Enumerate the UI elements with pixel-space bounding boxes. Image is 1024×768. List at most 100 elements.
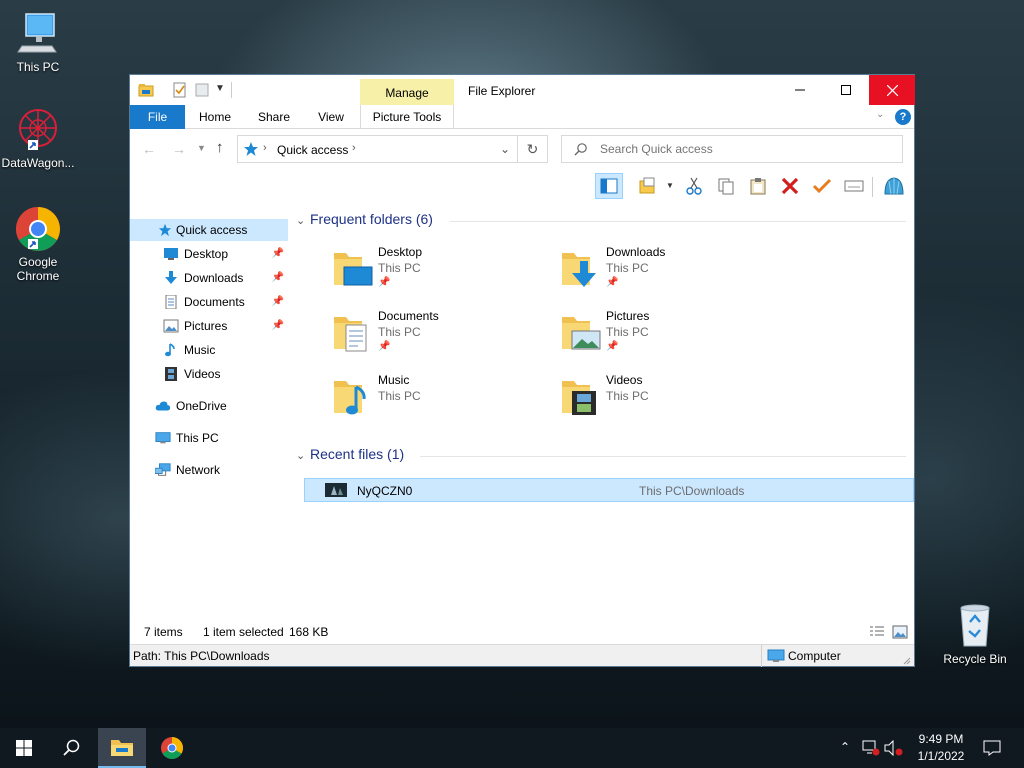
- address-bar[interactable]: › Quick access › ⌄ ↻: [237, 135, 548, 163]
- tab-file[interactable]: File: [130, 105, 185, 129]
- ribbon-expand-chevron-icon[interactable]: ⌄: [876, 109, 884, 120]
- clock-date[interactable]: 1/1/2022: [910, 749, 972, 763]
- folder-name: Documents: [378, 309, 439, 323]
- folder-tile-desktop[interactable]: Desktop This PC 📌: [332, 245, 552, 305]
- back-arrow-icon[interactable]: ←: [142, 141, 156, 157]
- maximize-button[interactable]: [823, 75, 869, 105]
- sidebar-item-onedrive[interactable]: OneDrive: [130, 395, 288, 417]
- downloads-folder-icon: [562, 253, 596, 287]
- collapse-chevron-icon[interactable]: ⌄: [296, 449, 310, 462]
- sidebar-item-documents[interactable]: Documents 📌: [130, 291, 288, 313]
- clock-time[interactable]: 9:49 PM: [916, 732, 966, 746]
- delete-button[interactable]: [776, 173, 804, 199]
- cut-button[interactable]: [680, 173, 708, 199]
- desktop-icon-this-pc[interactable]: This PC: [0, 10, 76, 74]
- frequent-folders-header[interactable]: ⌄ Frequent folders (6): [296, 211, 433, 227]
- customize-toolbar-chevron-icon[interactable]: ▼: [215, 83, 225, 94]
- pin-icon[interactable]: 📌: [606, 277, 618, 288]
- new-item-icon: [639, 177, 655, 194]
- paste-button[interactable]: [744, 173, 772, 199]
- search-button[interactable]: [48, 728, 96, 768]
- folder-tile-music[interactable]: Music This PC: [332, 373, 552, 433]
- folder-tile-pictures[interactable]: Pictures This PC 📌: [560, 309, 780, 369]
- folder-tile-downloads[interactable]: Downloads This PC 📌: [560, 245, 780, 305]
- large-icons-view-icon[interactable]: [892, 625, 908, 639]
- selection-count: 1 item selected: [203, 625, 284, 639]
- rename-button[interactable]: [808, 173, 836, 199]
- recent-file-name: NyQCZN0: [357, 484, 413, 498]
- minimize-button[interactable]: [777, 75, 823, 105]
- desktop-icon-recycle-bin[interactable]: Recycle Bin: [937, 602, 1013, 666]
- close-button[interactable]: [869, 75, 915, 105]
- desktop-icon-datawagon[interactable]: DataWagon...: [0, 106, 76, 170]
- tab-picture-tools[interactable]: Picture Tools: [360, 105, 454, 129]
- pin-icon[interactable]: 📌: [378, 341, 390, 352]
- sidebar-item-downloads[interactable]: Downloads 📌: [130, 267, 288, 289]
- up-arrow-icon[interactable]: ↑: [216, 139, 224, 156]
- sidebar-item-this-pc[interactable]: This PC: [130, 427, 288, 449]
- sidebar-item-videos[interactable]: Videos: [130, 363, 288, 385]
- pin-icon[interactable]: 📌: [272, 267, 284, 289]
- group-title: Frequent folders (6): [310, 211, 433, 227]
- pin-icon[interactable]: 📌: [272, 291, 284, 313]
- desktop-icon-chrome[interactable]: Google Chrome: [0, 205, 76, 283]
- network-status-icon[interactable]: [862, 740, 880, 756]
- resize-grip-icon[interactable]: [902, 655, 912, 665]
- search-box[interactable]: [561, 135, 903, 163]
- sidebar-item-desktop[interactable]: Desktop 📌: [130, 243, 288, 265]
- monitor-icon: [14, 10, 62, 58]
- navigation-pane-button[interactable]: [595, 173, 623, 199]
- copy-button[interactable]: [712, 173, 740, 199]
- tab-home[interactable]: Home: [190, 105, 240, 129]
- desktop-folder-icon: [334, 253, 373, 286]
- computer-zone-icon: [767, 649, 785, 662]
- quick-access-properties-icon[interactable]: [172, 82, 188, 98]
- volume-muted-icon[interactable]: [884, 740, 904, 756]
- new-item-dropdown-icon[interactable]: ▼: [666, 181, 674, 190]
- title-bar[interactable]: ▼ Manage File Explorer: [130, 75, 915, 105]
- taskbar-chrome[interactable]: [148, 728, 196, 768]
- sidebar-item-music[interactable]: Music: [130, 339, 288, 361]
- forward-arrow-icon[interactable]: →: [172, 141, 186, 157]
- start-button[interactable]: [0, 728, 48, 768]
- sidebar-item-network[interactable]: Network: [130, 459, 288, 481]
- properties-button[interactable]: [840, 173, 868, 199]
- search-input[interactable]: [600, 140, 890, 158]
- address-dropdown-chevron-icon[interactable]: ⌄: [500, 142, 510, 156]
- details-view-icon[interactable]: [869, 625, 885, 639]
- file-explorer-window[interactable]: ▼ Manage File Explorer File Home Share V…: [129, 74, 915, 667]
- new-item-button[interactable]: [634, 173, 662, 199]
- sidebar-item-pictures[interactable]: Pictures 📌: [130, 315, 288, 337]
- collapse-chevron-icon[interactable]: ⌄: [296, 214, 310, 227]
- sidebar-item-label: Pictures: [184, 319, 228, 333]
- pin-icon[interactable]: 📌: [378, 277, 390, 288]
- tab-view[interactable]: View: [308, 105, 354, 129]
- group-divider: [420, 456, 906, 457]
- action-center-icon[interactable]: [983, 740, 1001, 756]
- quick-access-new-folder-icon[interactable]: [194, 82, 210, 98]
- taskbar-file-explorer[interactable]: [98, 728, 146, 768]
- manage-context-tab[interactable]: Manage: [360, 79, 454, 105]
- this-pc-monitor-icon: [155, 432, 171, 444]
- checkmark-icon: [812, 178, 832, 194]
- sidebar-item-quick-access[interactable]: Quick access: [130, 219, 288, 241]
- recent-files-header[interactable]: ⌄ Recent files (1): [296, 446, 404, 462]
- folder-tile-videos[interactable]: Videos This PC: [560, 373, 780, 433]
- address-location[interactable]: Quick access: [277, 143, 348, 157]
- recent-locations-chevron-icon[interactable]: ▼: [197, 143, 206, 153]
- delete-x-icon: [781, 177, 799, 195]
- help-icon[interactable]: ?: [895, 109, 911, 125]
- pin-icon[interactable]: 📌: [272, 243, 284, 265]
- show-hidden-icons-chevron-icon[interactable]: ⌃: [840, 740, 850, 754]
- recent-file-row[interactable]: NyQCZN0 This PC\Downloads: [304, 478, 914, 502]
- pin-icon[interactable]: 📌: [606, 341, 618, 352]
- tab-share[interactable]: Share: [248, 105, 300, 129]
- sidebar-item-label: This PC: [176, 431, 219, 445]
- shell-button[interactable]: [880, 173, 908, 199]
- scissors-icon: [686, 177, 702, 195]
- refresh-icon[interactable]: ↻: [517, 136, 547, 162]
- status-bar: 7 items 1 item selected 168 KB: [130, 621, 914, 643]
- desktop-icon-label: This PC: [16, 60, 60, 74]
- folder-tile-documents[interactable]: Documents This PC 📌: [332, 309, 552, 369]
- pin-icon[interactable]: 📌: [272, 315, 284, 337]
